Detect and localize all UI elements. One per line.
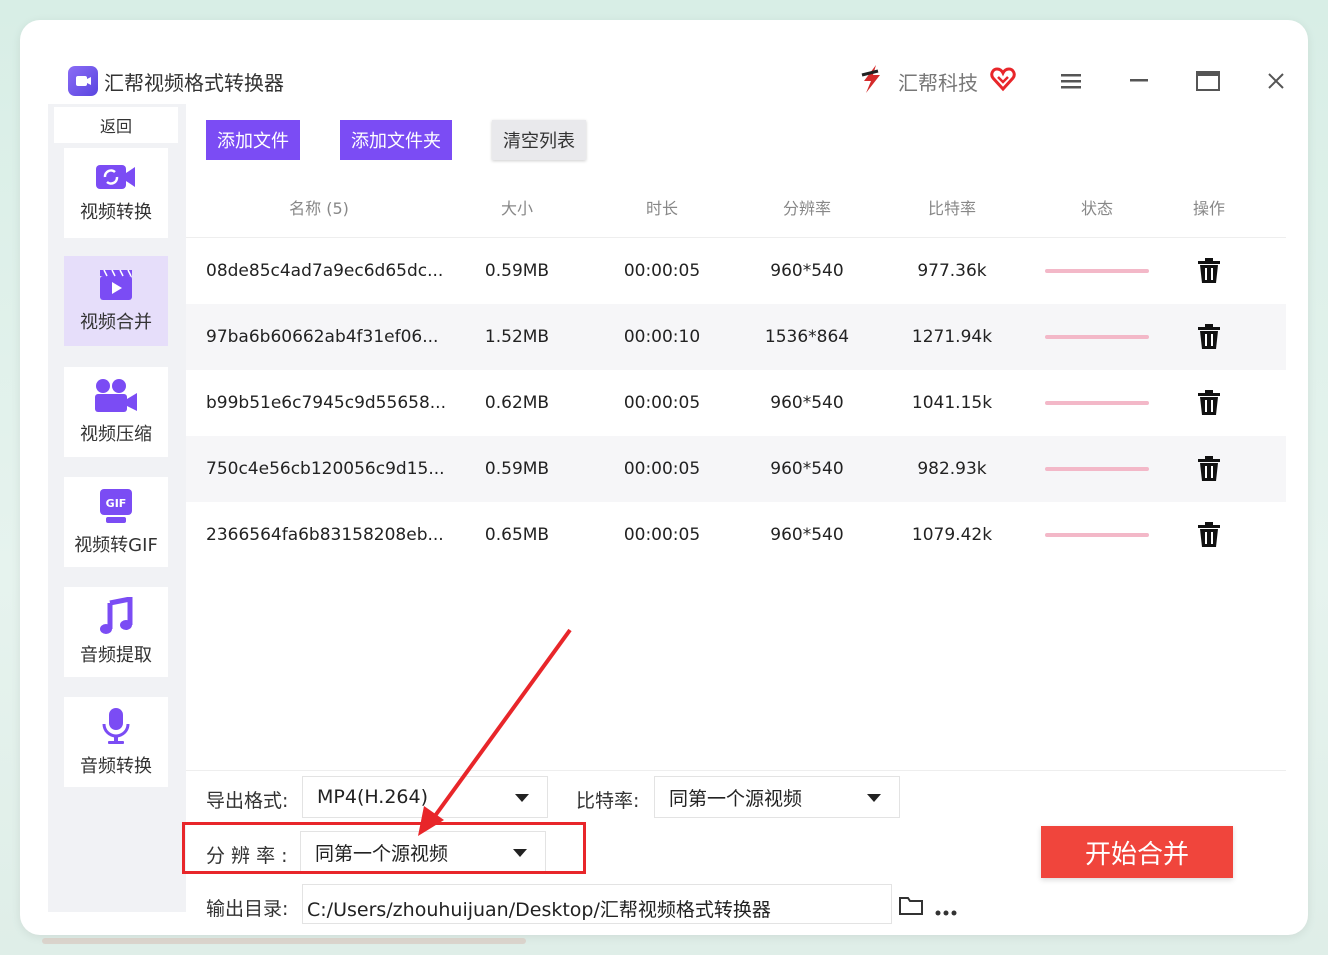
start-merge-button[interactable]: 开始合并 (1041, 826, 1233, 878)
menu-icon[interactable] (1056, 66, 1086, 96)
table-row[interactable]: 2366564fa6b83158208eb... 0.65MB 00:00:05… (186, 502, 1286, 568)
file-resolution: 960*540 (770, 261, 844, 281)
delete-icon[interactable] (1162, 456, 1256, 482)
status-progress (1032, 401, 1162, 405)
file-duration: 00:00:05 (623, 393, 701, 413)
header-resolution: 分辨率 (782, 198, 831, 218)
back-button[interactable]: 返回 (54, 107, 178, 143)
file-name: b99b51e6c7945c9d55658... (206, 393, 446, 413)
sidebar-item-label: 视频转GIF (74, 535, 158, 556)
chevron-down-icon (515, 794, 529, 802)
format-select[interactable]: MP4(H.264) (302, 776, 548, 818)
sidebar-item-video-convert[interactable]: 视频转换 (64, 148, 168, 238)
music-note-icon (100, 597, 133, 634)
file-bitrate: 1079.42k (911, 525, 993, 545)
output-path-input[interactable]: C:/Users/zhouhuijuan/Desktop/汇帮视频格式转换器 (302, 884, 892, 924)
format-value: MP4(H.264) (317, 786, 429, 808)
file-size: 1.52MB (484, 327, 550, 347)
more-icon[interactable] (934, 902, 958, 921)
annotation-highlight-box (182, 822, 586, 874)
file-resolution: 1536*864 (764, 327, 850, 347)
sidebar-item-audio-extract[interactable]: 音频提取 (64, 587, 168, 677)
app-title: 汇帮视频格式转换器 (104, 70, 284, 95)
status-progress (1032, 533, 1162, 537)
sidebar-item-label: 视频压缩 (80, 424, 152, 445)
header-status: 状态 (1080, 198, 1113, 218)
file-duration: 00:00:10 (623, 327, 701, 347)
file-duration: 00:00:05 (623, 261, 701, 281)
file-size: 0.59MB (484, 459, 550, 479)
file-duration: 00:00:05 (623, 459, 701, 479)
status-progress (1032, 467, 1162, 471)
file-name: 08de85c4ad7a9ec6d65dc... (206, 261, 444, 281)
sidebar-item-label: 音频转换 (80, 756, 152, 777)
brand-name: 汇帮科技 (898, 70, 978, 95)
delete-icon[interactable] (1162, 324, 1256, 350)
video-compress-icon (95, 379, 137, 412)
header-action: 操作 (1192, 198, 1225, 218)
bitrate-label: 比特率: (576, 790, 640, 812)
file-resolution: 960*540 (770, 393, 844, 413)
bitrate-select[interactable]: 同第一个源视频 (654, 776, 900, 818)
header-bitrate: 比特率 (927, 198, 976, 218)
sidebar-item-label: 音频提取 (80, 645, 152, 666)
file-resolution: 960*540 (770, 525, 844, 545)
header-size: 大小 (500, 198, 533, 218)
vip-heart-icon[interactable] (990, 66, 1016, 96)
status-progress (1032, 335, 1162, 339)
file-name: 750c4e56cb120056c9d15... (206, 459, 445, 479)
scrollbar[interactable] (42, 938, 526, 944)
sidebar-item-audio-convert[interactable]: 音频转换 (64, 697, 168, 787)
table-row[interactable]: 97ba6b60662ab4f31ef06... 1.52MB 00:00:10… (186, 304, 1286, 370)
minimize-icon[interactable] (1124, 66, 1154, 96)
file-name: 2366564fa6b83158208eb... (206, 525, 444, 545)
header-duration: 时长 (645, 198, 678, 218)
sidebar-item-video-compress[interactable]: 视频压缩 (64, 367, 168, 457)
chevron-down-icon (867, 794, 881, 802)
gif-icon: GIF (100, 489, 132, 523)
table-row[interactable]: b99b51e6c7945c9d55658... 0.62MB 00:00:05… (186, 370, 1286, 436)
file-bitrate: 1271.94k (911, 327, 993, 347)
file-resolution: 960*540 (770, 459, 844, 479)
bitrate-value: 同第一个源视频 (669, 787, 803, 810)
video-merge-icon (100, 269, 132, 300)
svg-text:GIF: GIF (106, 497, 127, 510)
sidebar-item-video-gif[interactable]: GIF 视频转GIF (64, 477, 168, 567)
file-bitrate: 1041.15k (911, 393, 993, 413)
brand-logo-icon (856, 63, 888, 99)
file-table: 名称 (5) 大小 时长 分辨率 比特率 状态 操作 08de85c4ad7a9… (186, 176, 1286, 568)
maximize-icon[interactable] (1193, 66, 1223, 96)
file-size: 0.65MB (484, 525, 550, 545)
folder-icon[interactable] (898, 894, 924, 920)
header-name: 名称 (5) (289, 198, 349, 218)
file-bitrate: 977.36k (917, 261, 987, 281)
microphone-icon (102, 708, 130, 744)
app-logo-icon (68, 66, 98, 96)
add-file-button[interactable]: 添加文件 (206, 120, 300, 160)
file-size: 0.62MB (484, 393, 550, 413)
close-icon[interactable] (1261, 66, 1291, 96)
sidebar-item-label: 视频转换 (80, 202, 152, 223)
delete-icon[interactable] (1162, 258, 1256, 284)
delete-icon[interactable] (1162, 522, 1256, 548)
title-bar: 汇帮视频格式转换器 汇帮科技 (48, 58, 1288, 104)
table-header: 名称 (5) 大小 时长 分辨率 比特率 状态 操作 (186, 176, 1286, 238)
file-duration: 00:00:05 (623, 525, 701, 545)
file-name: 97ba6b60662ab4f31ef06... (206, 327, 439, 347)
clear-list-button[interactable]: 清空列表 (492, 120, 586, 160)
brand[interactable]: 汇帮科技 (856, 58, 1016, 104)
delete-icon[interactable] (1162, 390, 1256, 416)
table-row[interactable]: 08de85c4ad7a9ec6d65dc... 0.59MB 00:00:05… (186, 238, 1286, 304)
file-size: 0.59MB (484, 261, 550, 281)
table-row[interactable]: 750c4e56cb120056c9d15... 0.59MB 00:00:05… (186, 436, 1286, 502)
output-label: 输出目录: (206, 898, 289, 920)
format-label: 导出格式: (206, 790, 289, 812)
status-progress (1032, 269, 1162, 273)
sidebar-item-video-merge[interactable]: 视频合并 (64, 256, 168, 346)
sidebar: 返回 视频转换 视频合并 视频压缩 GIF 视频转GIF 音频提取 音频转换 (48, 104, 186, 912)
video-convert-icon (96, 165, 135, 189)
add-folder-button[interactable]: 添加文件夹 (340, 120, 452, 160)
file-bitrate: 982.93k (917, 459, 987, 479)
sidebar-item-label: 视频合并 (80, 312, 152, 333)
